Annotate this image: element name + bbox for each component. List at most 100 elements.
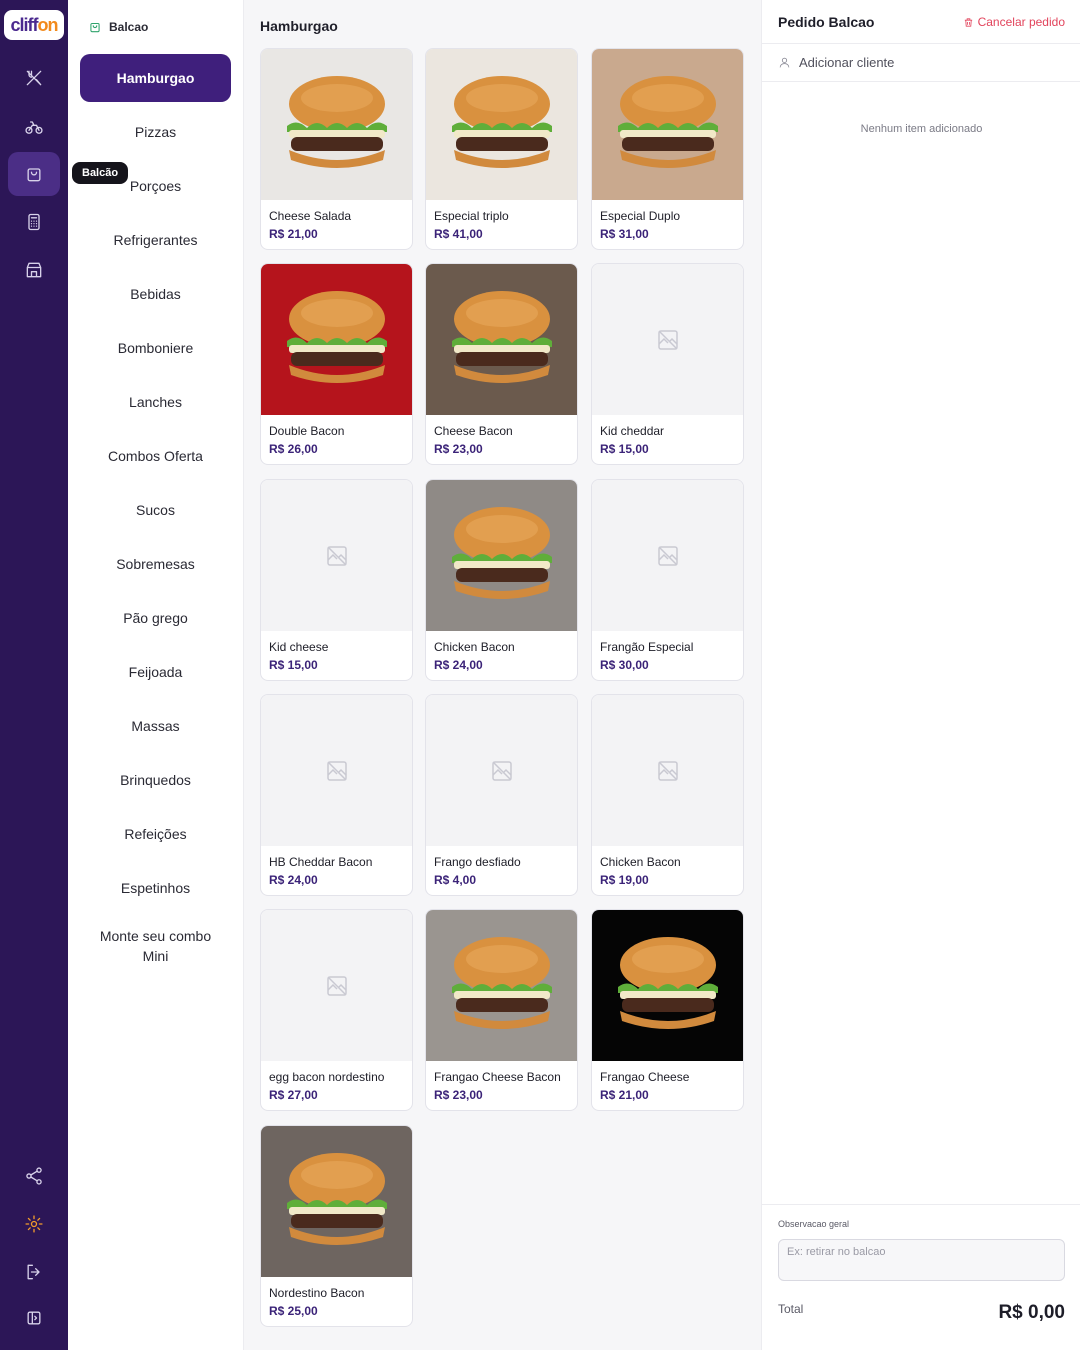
product-card[interactable]: egg bacon nordestino R$ 27,00	[260, 909, 413, 1111]
image-placeholder	[261, 480, 412, 631]
product-photo	[261, 264, 412, 415]
image-placeholder	[261, 910, 412, 1061]
product-price: R$ 19,00	[600, 873, 649, 887]
product-card[interactable]: HB Cheddar Bacon R$ 24,00	[260, 694, 413, 896]
product-card[interactable]: Double Bacon R$ 26,00	[260, 263, 413, 465]
rail-tooltip: Balcão	[72, 162, 129, 184]
product-name: Chicken Bacon	[600, 855, 681, 869]
trash-icon	[964, 17, 972, 27]
product-card[interactable]: Chicken Bacon R$ 19,00	[591, 694, 744, 896]
burger-illustration	[451, 290, 552, 383]
product-price: R$ 25,00	[269, 1304, 318, 1318]
rail-item-logout[interactable]	[8, 1250, 60, 1294]
page-title: Hamburgao	[260, 18, 338, 34]
burger-illustration	[286, 290, 387, 383]
category-panel-header: Balcao	[88, 20, 148, 34]
product-card[interactable]: Cheese Salada R$ 21,00	[260, 48, 413, 250]
product-price: R$ 23,00	[434, 442, 483, 456]
order-footer: Observacao geral Total R$ 0,00	[762, 1204, 1080, 1350]
cancel-order-button[interactable]: Cancelar pedido	[963, 15, 1065, 29]
product-card[interactable]: Cheese Bacon R$ 23,00	[425, 263, 578, 465]
product-card[interactable]: Frangao Cheese Bacon R$ 23,00	[425, 909, 578, 1111]
no-image-icon	[657, 329, 678, 350]
rail-item-collapse[interactable]	[8, 1296, 60, 1340]
category-item[interactable]: Bebidas	[80, 270, 231, 318]
rail-item-calculator[interactable]	[8, 200, 60, 244]
logout-icon	[27, 1264, 40, 1280]
product-price: R$ 24,00	[269, 873, 318, 887]
burger-illustration	[286, 75, 387, 168]
product-name: Kid cheddar	[600, 424, 665, 438]
order-panel: Pedido Balcao Cancelar pedido Adicionar …	[761, 0, 1080, 1350]
product-photo	[426, 910, 577, 1061]
category-item[interactable]: Sobremesas	[80, 540, 231, 588]
product-photo	[426, 49, 577, 200]
utensils-icon	[26, 70, 42, 86]
image-placeholder	[592, 480, 743, 631]
product-card[interactable]: Nordestino Bacon R$ 25,00	[260, 1125, 413, 1327]
share-icon	[26, 1167, 42, 1185]
burger-illustration	[286, 1152, 387, 1245]
no-image-icon	[326, 545, 347, 566]
category-item[interactable]: Brinquedos	[80, 756, 231, 804]
product-card[interactable]: Kid cheese R$ 15,00	[260, 479, 413, 681]
product-photo	[261, 49, 412, 200]
product-price: R$ 30,00	[600, 658, 649, 672]
rail-item-settings[interactable]	[8, 1202, 60, 1246]
product-area: Hamburgao Cheese Salada R$ 21,00 Especial …	[244, 0, 761, 1350]
product-price: R$ 15,00	[600, 442, 649, 456]
product-card[interactable]: Especial triplo R$ 41,00	[425, 48, 578, 250]
no-image-icon	[491, 760, 512, 781]
product-name: HB Cheddar Bacon	[269, 855, 373, 869]
brand-logo[interactable]: cliff on	[4, 10, 64, 40]
product-card[interactable]: Frangao Cheese R$ 21,00	[591, 909, 744, 1111]
category-item[interactable]: Refeições	[80, 810, 231, 858]
product-card[interactable]: Frango desfiado R$ 4,00	[425, 694, 578, 896]
category-item[interactable]: Pão grego	[80, 594, 231, 642]
gear-icon	[25, 1215, 43, 1233]
product-name: Frangao Cheese Bacon	[434, 1070, 561, 1084]
rail-item-delivery[interactable]	[8, 105, 60, 149]
store-icon	[26, 262, 42, 278]
category-item[interactable]: Pizzas	[80, 108, 231, 156]
product-price: R$ 24,00	[434, 658, 483, 672]
product-name: Double Bacon	[269, 424, 345, 438]
observation-input[interactable]	[778, 1239, 1065, 1281]
product-name: Cheese Salada	[269, 209, 352, 223]
add-client-button[interactable]: Adicionar cliente	[762, 44, 1080, 82]
image-placeholder	[592, 264, 743, 415]
category-item[interactable]: Monte seu combo Mini	[80, 918, 231, 974]
product-card[interactable]: Chicken Bacon R$ 24,00	[425, 479, 578, 681]
product-card[interactable]: Especial Duplo R$ 31,00	[591, 48, 744, 250]
image-placeholder	[592, 695, 743, 846]
category-item[interactable]: Lanches	[80, 378, 231, 426]
product-price: R$ 27,00	[269, 1088, 318, 1102]
rail-item-kitchen[interactable]	[8, 56, 60, 100]
product-price: R$ 41,00	[434, 227, 483, 241]
rail-item-store[interactable]	[8, 248, 60, 292]
total-label: Total	[778, 1302, 804, 1316]
observation-label: Observacao geral	[778, 1219, 850, 1229]
no-image-icon	[657, 545, 678, 566]
rail-item-share[interactable]	[8, 1154, 60, 1198]
rail-item-balcao[interactable]	[8, 152, 60, 196]
no-image-icon	[326, 760, 347, 781]
product-price: R$ 21,00	[600, 1088, 649, 1102]
category-item[interactable]: Bomboniere	[80, 324, 231, 372]
image-placeholder	[261, 695, 412, 846]
category-item[interactable]: Massas	[80, 702, 231, 750]
product-photo	[426, 480, 577, 631]
category-item[interactable]: Sucos	[80, 486, 231, 534]
product-card[interactable]: Kid cheddar R$ 15,00	[591, 263, 744, 465]
product-name: Nordestino Bacon	[269, 1286, 365, 1300]
burger-illustration	[617, 936, 718, 1029]
product-price: R$ 15,00	[269, 658, 318, 672]
category-item[interactable]: Espetinhos	[80, 864, 231, 912]
category-item[interactable]: Combos Oferta	[80, 432, 231, 480]
user-icon	[779, 57, 790, 68]
burger-illustration	[451, 506, 552, 599]
product-card[interactable]: Frangão Especial R$ 30,00	[591, 479, 744, 681]
category-item[interactable]: Feijoada	[80, 648, 231, 696]
category-item[interactable]: Hamburgao	[80, 54, 231, 102]
category-item[interactable]: Refrigerantes	[80, 216, 231, 264]
